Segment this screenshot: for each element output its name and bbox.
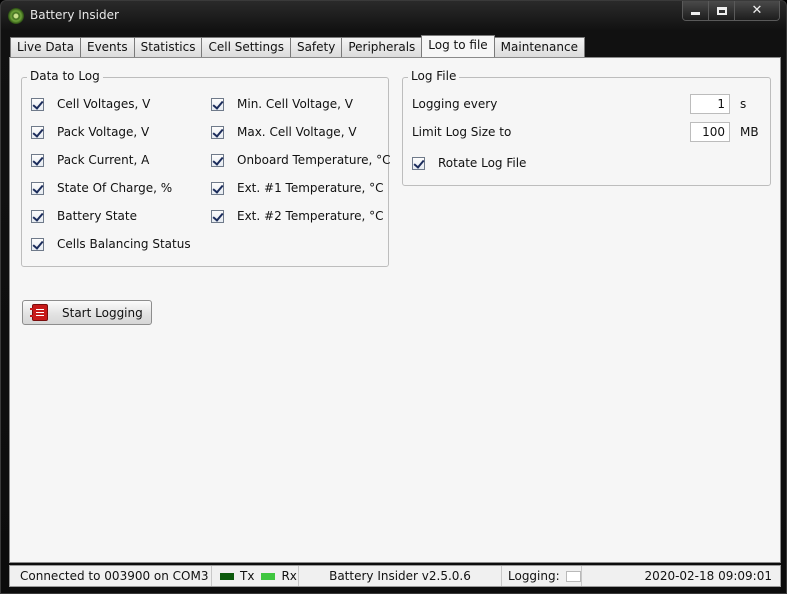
limit-log-size-unit: MB (740, 125, 759, 139)
limit-log-size-label: Limit Log Size to (412, 125, 512, 139)
checkbox-pack-current[interactable]: Pack Current, A (31, 152, 149, 168)
checkbox-ext1-temperature[interactable]: Ext. #1 Temperature, °C (211, 180, 384, 196)
status-connection: Connected to 003900 on COM3 (10, 566, 212, 586)
checkbox-label: Max. Cell Voltage, V (237, 125, 357, 139)
log-file-group: Log File Logging every 1 s Limit Log Siz… (402, 69, 771, 186)
minimize-button[interactable] (683, 1, 709, 20)
logging-every-unit: s (740, 97, 747, 111)
checkbox-label: Cell Voltages, V (57, 97, 151, 111)
tx-label: Tx (240, 569, 255, 583)
tab-bar: Live Data Events Statistics Cell Setting… (10, 35, 585, 57)
close-button[interactable]: ✕ (735, 1, 779, 20)
checkbox-label: Battery State (57, 209, 137, 223)
logging-every-label: Logging every (412, 97, 498, 111)
tab-cell-settings[interactable]: Cell Settings (201, 37, 291, 57)
checkbox-cells-balancing[interactable]: Cells Balancing Status (31, 236, 191, 252)
checkbox-min-cell-voltage[interactable]: Min. Cell Voltage, V (211, 96, 353, 112)
checkbox-box[interactable] (31, 209, 44, 223)
log-file-legend: Log File (408, 69, 460, 83)
checkbox-box[interactable] (211, 181, 224, 195)
tab-content-log-to-file: Data to Log Cell Voltages, V Pack Voltag… (9, 57, 781, 563)
rx-label: Rx (281, 569, 297, 583)
checkbox-label: Min. Cell Voltage, V (237, 97, 354, 111)
status-datetime: 2020-02-18 09:09:01 (644, 569, 772, 583)
title-bar[interactable]: Battery Insider ✕ (1, 1, 786, 31)
checkbox-box[interactable] (211, 97, 224, 111)
close-icon: ✕ (751, 3, 763, 18)
checkbox-label: Ext. #2 Temperature, °C (237, 209, 384, 223)
limit-log-size-input[interactable]: 100 (690, 122, 730, 142)
checkbox-cell-voltages[interactable]: Cell Voltages, V (31, 96, 150, 112)
maximize-button[interactable] (709, 1, 735, 20)
checkbox-box[interactable] (412, 156, 425, 170)
minimize-icon (691, 12, 700, 15)
checkbox-label: Rotate Log File (438, 156, 527, 170)
logging-every-input[interactable]: 1 (690, 94, 730, 114)
checkbox-box[interactable] (211, 125, 224, 139)
window-controls: ✕ (682, 1, 780, 21)
checkbox-box[interactable] (31, 125, 44, 139)
checkbox-label: Onboard Temperature, °C (237, 153, 391, 167)
status-bar: Connected to 003900 on COM3 Tx Rx Batter… (9, 565, 781, 587)
tab-safety[interactable]: Safety (289, 37, 343, 57)
checkbox-box[interactable] (31, 153, 44, 167)
app-window: Battery Insider ✕ Live Data Events Stati… (0, 0, 787, 594)
tx-led-icon (220, 572, 234, 580)
checkbox-label: Pack Current, A (57, 153, 150, 167)
checkbox-label: State Of Charge, % (57, 181, 173, 195)
checkbox-label: Pack Voltage, V (57, 125, 150, 139)
checkbox-label: Ext. #1 Temperature, °C (237, 181, 384, 195)
tab-events[interactable]: Events (79, 37, 135, 57)
window-title: Battery Insider (30, 8, 119, 22)
maximize-icon (716, 6, 727, 15)
status-version: Battery Insider v2.5.0.6 (299, 566, 502, 586)
tab-maintenance[interactable]: Maintenance (493, 37, 585, 57)
tab-log-to-file[interactable]: Log to file (421, 35, 495, 57)
checkbox-max-cell-voltage[interactable]: Max. Cell Voltage, V (211, 124, 357, 140)
start-logging-button[interactable]: Start Logging (22, 300, 152, 325)
checkbox-state-of-charge[interactable]: State Of Charge, % (31, 180, 172, 196)
checkbox-box[interactable] (211, 153, 224, 167)
tab-statistics[interactable]: Statistics (133, 37, 203, 57)
log-book-icon (30, 304, 48, 321)
logging-label: Logging: (508, 569, 560, 583)
checkbox-box[interactable] (31, 97, 44, 111)
data-to-log-group: Data to Log Cell Voltages, V Pack Voltag… (21, 69, 391, 267)
status-tx-rx: Tx Rx (212, 566, 299, 586)
logging-indicator (565, 570, 581, 582)
checkbox-box[interactable] (31, 181, 44, 195)
tab-peripherals[interactable]: Peripherals (341, 37, 423, 57)
checkbox-box[interactable] (31, 237, 44, 251)
checkbox-pack-voltage[interactable]: Pack Voltage, V (31, 124, 149, 140)
status-logging: Logging: (502, 566, 582, 586)
checkbox-label: Cells Balancing Status (57, 237, 191, 251)
start-logging-label: Start Logging (62, 305, 143, 320)
checkbox-box[interactable] (211, 209, 224, 223)
app-logo-icon (8, 8, 24, 24)
checkbox-onboard-temperature[interactable]: Onboard Temperature, °C (211, 152, 391, 168)
checkbox-battery-state[interactable]: Battery State (31, 208, 137, 224)
data-to-log-legend: Data to Log (27, 69, 103, 83)
checkbox-rotate-log-file[interactable]: Rotate Log File (412, 155, 526, 171)
tab-live-data[interactable]: Live Data (10, 37, 81, 57)
rx-led-icon (261, 572, 276, 580)
checkbox-ext2-temperature[interactable]: Ext. #2 Temperature, °C (211, 208, 384, 224)
